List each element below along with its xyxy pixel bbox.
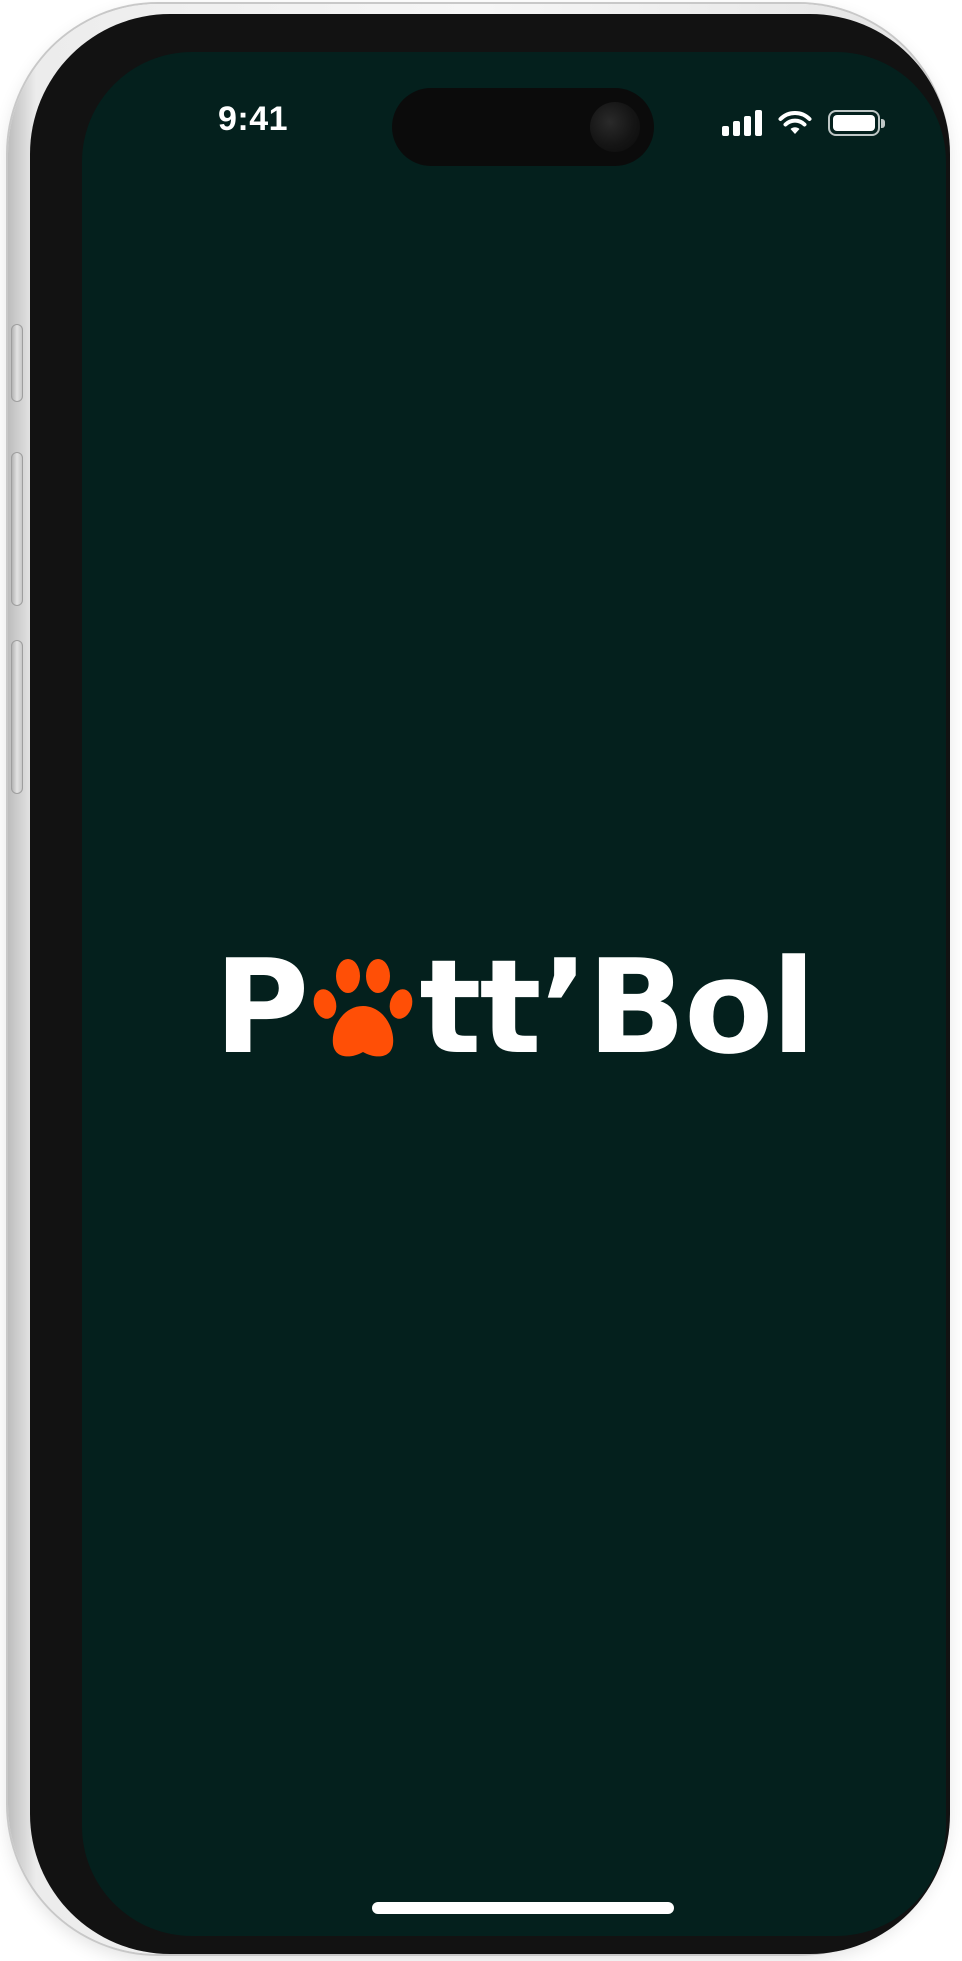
mute-switch	[11, 324, 23, 402]
cellular-signal-icon	[722, 110, 762, 136]
battery-full-icon	[828, 110, 885, 136]
phone-bezel: 9:41 P tt’Bol	[30, 14, 950, 1954]
volume-down-button	[11, 640, 23, 794]
app-logo: P tt’Bol	[82, 927, 946, 1087]
wifi-icon	[778, 110, 812, 136]
logo-prefix: P	[214, 931, 309, 1083]
logo-wordmark: P tt’Bol	[214, 931, 816, 1083]
splash-screen: 9:41 P tt’Bol	[82, 52, 946, 1936]
status-time: 9:41	[218, 100, 289, 138]
logo-suffix: tt’Bol	[419, 931, 816, 1083]
volume-up-button	[11, 452, 23, 606]
front-camera-icon	[590, 102, 640, 152]
phone-frame: 9:41 P tt’Bol	[8, 4, 950, 1954]
dynamic-island	[392, 88, 654, 166]
status-icons	[722, 110, 885, 136]
status-bar: 9:41	[82, 52, 946, 192]
home-indicator[interactable]	[372, 1902, 674, 1914]
paw-icon	[313, 956, 413, 1066]
